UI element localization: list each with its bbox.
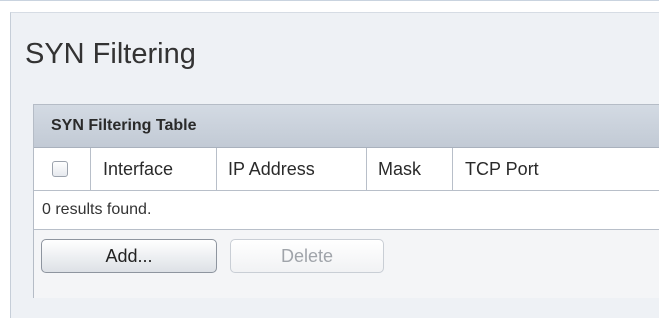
column-header-interface[interactable]: Interface (91, 148, 217, 190)
delete-button[interactable]: Delete (230, 239, 384, 273)
select-all-checkbox[interactable] (52, 161, 68, 177)
select-all-cell (34, 148, 91, 190)
table-title: SYN Filtering Table (51, 117, 197, 134)
add-button[interactable]: Add... (41, 239, 217, 273)
table-title-bar: SYN Filtering Table (34, 105, 659, 148)
results-count-text: 0 results found. (42, 201, 152, 218)
column-header-mask[interactable]: Mask (367, 148, 453, 190)
top-border (0, 0, 659, 1)
syn-filtering-table: SYN Filtering Table Interface IP Address… (33, 104, 659, 298)
page-title: SYN Filtering (25, 38, 196, 70)
results-row: 0 results found. (34, 191, 659, 230)
table-header-row: Interface IP Address Mask TCP Port (34, 148, 659, 191)
column-header-tcp-port[interactable]: TCP Port (453, 148, 659, 190)
column-header-ip-address[interactable]: IP Address (217, 148, 367, 190)
table-button-row: Add... Delete (34, 230, 659, 298)
